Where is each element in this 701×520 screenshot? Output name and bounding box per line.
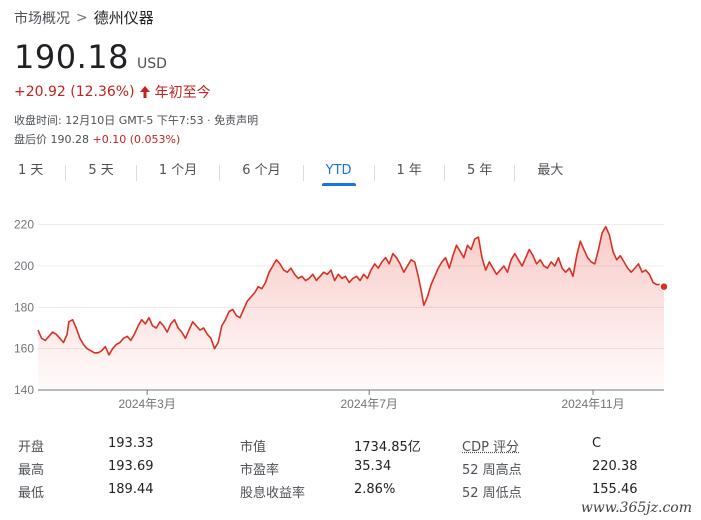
stats-row: 开盘 193.33 市值 1734.85亿 CDP 评分 C <box>18 436 688 459</box>
y-tick-label: 160 <box>14 342 34 356</box>
arrow-up-icon <box>139 85 151 99</box>
stat-label-pe-ratio: 市盈率 <box>240 463 280 478</box>
tab-5d[interactable]: 5 天 <box>80 160 121 186</box>
price-area <box>38 226 664 390</box>
stat-value-52w-low: 155.46 <box>592 482 638 497</box>
key-stats-table: 开盘 193.33 市值 1734.85亿 CDP 评分 C 最高 193.69… <box>18 436 688 505</box>
y-tick-label: 200 <box>14 259 34 273</box>
stat-label-low: 最低 <box>18 486 45 501</box>
after-hours-label: 盘后价 <box>14 133 47 146</box>
current-price: 190.18 <box>14 38 129 76</box>
stat-value-low: 189.44 <box>108 482 154 497</box>
tab-divider <box>135 165 137 181</box>
tab-divider <box>514 165 516 181</box>
tab-1m[interactable]: 1 个月 <box>151 160 205 186</box>
currency-label: USD <box>136 56 167 72</box>
breadcrumb: 市场概况 > 德州仪器 <box>14 7 154 28</box>
stat-value-cdp-score: C <box>592 436 602 451</box>
range-tabs: 1 天 5 天 1 个月 6 个月 YTD 1 年 5 年 最大 <box>10 160 571 186</box>
tab-divider <box>373 165 375 181</box>
watermark: www.365jz.com <box>577 500 695 516</box>
close-time[interactable]: 收盘时间: 12月10日 GMT-5 下午7:53 · 免责声明 <box>14 114 258 127</box>
stat-value-52w-high: 220.38 <box>592 459 638 474</box>
breadcrumb-parent-link[interactable]: 市场概况 <box>14 8 70 28</box>
stat-label-dividend-yield: 股息收益率 <box>240 486 306 501</box>
stat-value-market-cap: 1734.85亿 <box>354 440 421 455</box>
after-hours-row: 盘后价 190.28 +0.10 (0.053%) <box>14 131 180 147</box>
tab-max[interactable]: 最大 <box>529 160 571 186</box>
stat-value-high: 193.69 <box>108 459 154 474</box>
after-hours-change: +0.10 (0.053%) <box>92 133 181 146</box>
price-chart[interactable]: 140 160 180 200 220 2024年3月 2024年7月 2024年11月 <box>0 196 701 420</box>
stat-label-open: 开盘 <box>18 440 45 455</box>
tab-divider <box>443 165 445 181</box>
last-price-dot <box>659 281 669 292</box>
tab-ytd[interactable]: YTD <box>318 160 360 186</box>
stat-value-open: 193.33 <box>108 436 154 451</box>
price-change: +20.92 (12.36%) <box>14 84 135 100</box>
price-chart-svg[interactable]: 140 160 180 200 220 2024年3月 2024年7月 2024年11月 <box>0 196 701 420</box>
y-tick-label: 140 <box>14 383 34 397</box>
stat-label-high: 最高 <box>18 463 45 478</box>
x-tick-label: 2024年3月 <box>118 397 175 411</box>
tab-divider <box>302 165 304 181</box>
x-tick-label: 2024年7月 <box>341 397 398 411</box>
stat-value-dividend-yield: 2.86% <box>354 482 396 497</box>
price-change-row: +20.92 (12.36%) 年初至今 <box>14 82 211 102</box>
stats-row: 最高 193.69 市盈率 35.34 52 周高点 220.38 <box>18 459 688 482</box>
breadcrumb-separator: > <box>76 9 88 26</box>
close-time-row: 收盘时间: 12月10日 GMT-5 下午7:53 · 免责声明 <box>14 112 258 128</box>
stat-value-pe-ratio: 35.34 <box>354 459 392 474</box>
stat-label-52w-low: 52 周低点 <box>462 486 522 501</box>
tab-divider <box>65 165 67 181</box>
change-period: 年初至今 <box>154 85 211 101</box>
price-row: 190.18 USD <box>14 38 167 76</box>
tab-5y[interactable]: 5 年 <box>459 160 500 186</box>
page-title: 德州仪器 <box>93 9 154 27</box>
y-tick-label: 220 <box>14 218 34 232</box>
after-hours-price: 190.28 <box>50 133 90 146</box>
stat-label-market-cap: 市值 <box>240 440 267 455</box>
tab-1y[interactable]: 1 年 <box>389 160 430 186</box>
stat-label-52w-high: 52 周高点 <box>462 463 522 478</box>
stat-label-cdp-score[interactable]: CDP 评分 <box>462 436 519 455</box>
tab-divider <box>219 165 221 181</box>
x-tick-label: 2024年11月 <box>561 397 624 411</box>
tab-1d[interactable]: 1 天 <box>10 160 51 186</box>
y-tick-label: 180 <box>14 300 34 314</box>
tab-6m[interactable]: 6 个月 <box>234 160 288 186</box>
